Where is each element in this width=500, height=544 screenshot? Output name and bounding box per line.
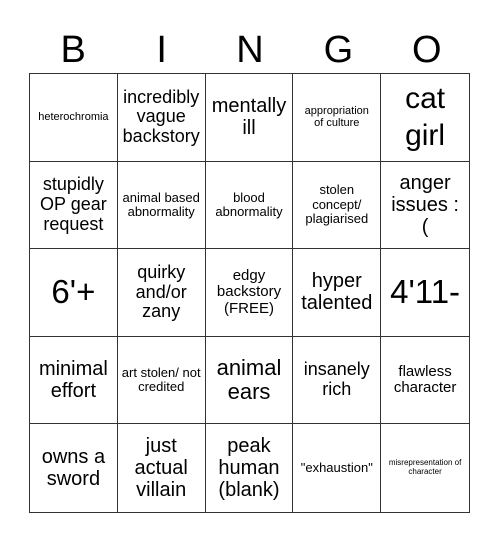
bingo-cell[interactable]: animal based abnormality [117, 161, 206, 250]
bingo-cell[interactable]: flawless character [381, 337, 469, 425]
bingo-cell[interactable]: cat girl [381, 74, 469, 162]
header-letter-n: N [236, 29, 264, 71]
header-letter-b: B [60, 29, 86, 71]
bingo-cell[interactable]: mentally ill [205, 74, 294, 162]
bingo-cell[interactable]: 4'11- [381, 249, 469, 337]
header-letter-o: O [412, 29, 442, 71]
bingo-cell[interactable]: quirky and/or zany [117, 249, 206, 337]
header-letter-i: I [156, 29, 167, 71]
bingo-cell[interactable]: stupidly OP gear request [30, 161, 118, 250]
bingo-cell[interactable]: "exhaustion" [293, 424, 382, 512]
bingo-cell[interactable]: stolen concept/ plagiarised [293, 161, 382, 250]
bingo-cell[interactable]: art stolen/ not credited [117, 336, 206, 425]
bingo-cell[interactable]: hyper talented [293, 249, 382, 337]
bingo-cell[interactable]: just actual villain [118, 424, 206, 512]
bingo-cell[interactable]: 6'+ [30, 249, 118, 337]
bingo-cell[interactable]: minimal effort [30, 336, 118, 425]
header-letter-g: G [323, 29, 354, 71]
bingo-cell[interactable]: owns a sword [30, 424, 118, 512]
bingo-cell[interactable]: blood abnormality [205, 161, 294, 250]
bingo-cell[interactable]: appropriation of culture [293, 74, 382, 162]
bingo-cell[interactable]: edgy backstory (FREE) [205, 249, 294, 337]
bingo-grid: heterochromia incredibly vague backstory… [29, 73, 470, 513]
bingo-cell[interactable]: incredibly vague backstory [117, 74, 206, 162]
bingo-cell[interactable]: misrepresentation of character [381, 424, 469, 512]
bingo-cell[interactable]: anger issues :( [381, 162, 469, 250]
bingo-header: B I N G O [29, 28, 471, 72]
bingo-cell[interactable]: insanely rich [293, 336, 382, 425]
bingo-cell[interactable]: peak human (blank) [206, 424, 294, 512]
bingo-cell[interactable]: animal ears [205, 336, 294, 425]
bingo-cell[interactable]: heterochromia [30, 74, 118, 162]
